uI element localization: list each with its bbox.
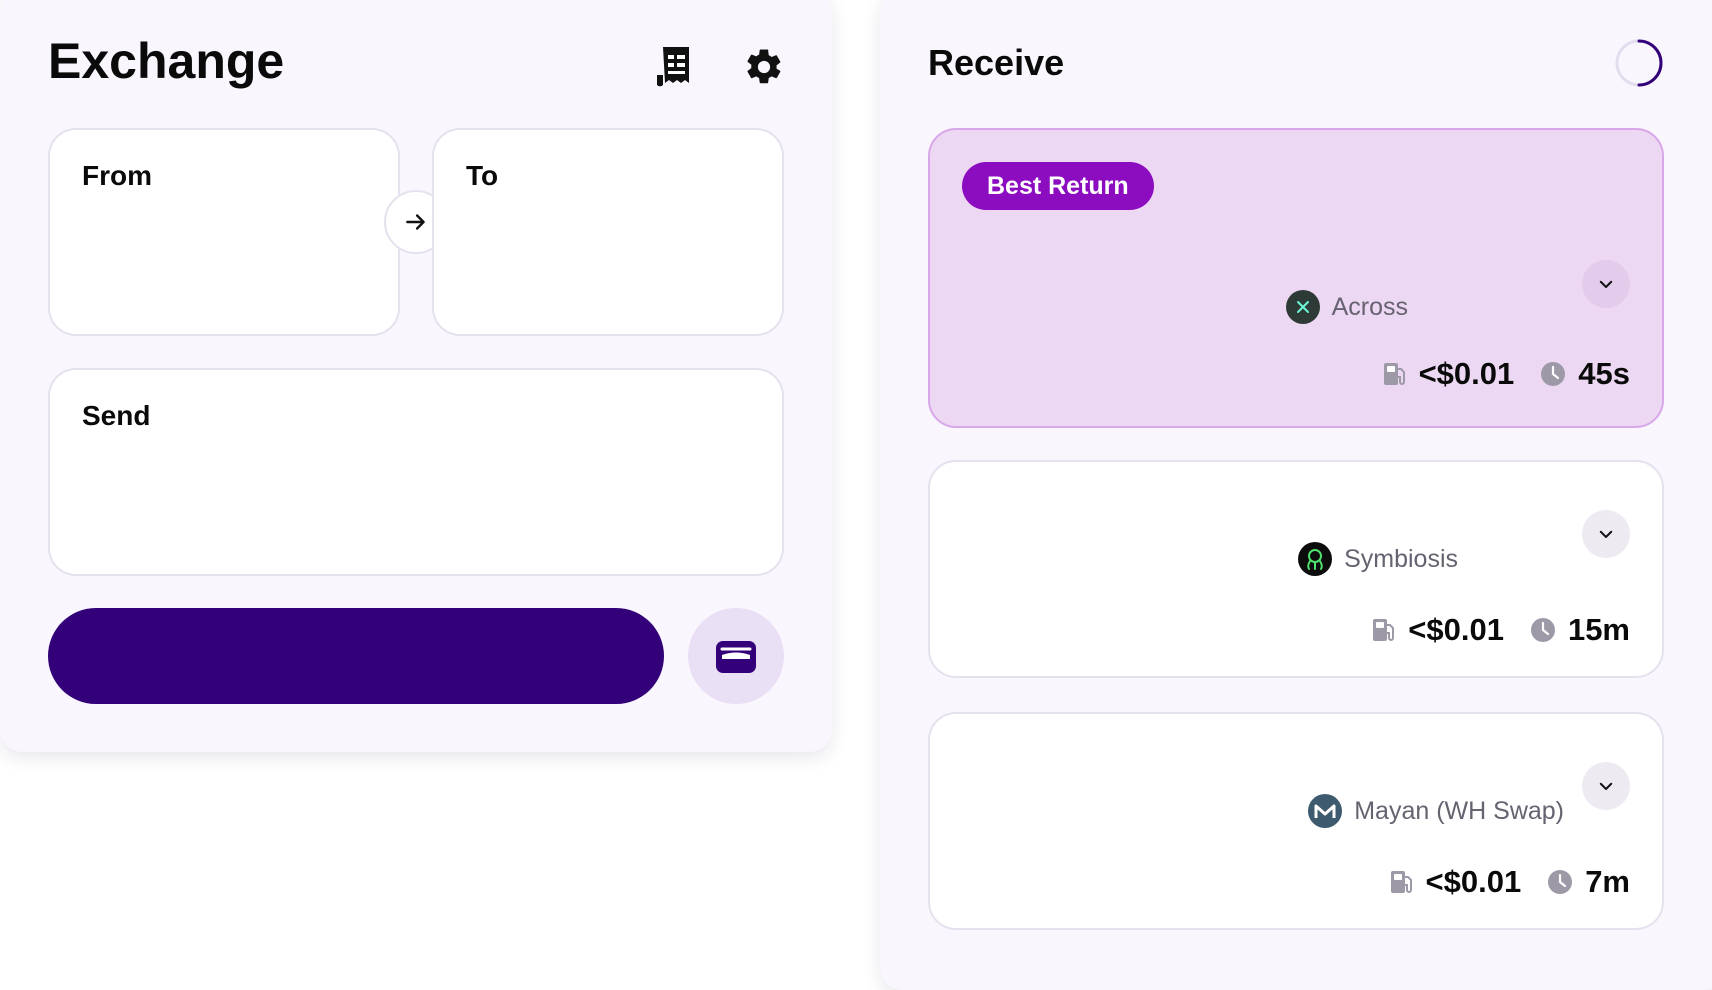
wallet-icon [716, 641, 756, 673]
expand-route-button[interactable] [1582, 510, 1630, 558]
receive-title: Receive [928, 42, 1065, 83]
from-label: From [82, 160, 152, 191]
across-logo [1285, 290, 1320, 324]
clock-icon [1547, 869, 1573, 895]
route-fee: <$0.01 [1408, 612, 1504, 647]
route-card[interactable]: Best Return Across <$0.01 45s [928, 128, 1664, 428]
gas-pump-icon [1383, 361, 1407, 387]
to-label: To [466, 160, 499, 191]
gear-icon [747, 49, 781, 84]
route-fee: <$0.01 [1425, 864, 1522, 899]
route-time: 15m [1567, 612, 1630, 647]
route-provider: Across [1285, 290, 1408, 324]
send-amount-box[interactable]: Send [48, 368, 784, 576]
provider-name: Mayan (WH Swap) [1354, 796, 1564, 825]
spinner-icon [1615, 39, 1663, 87]
receipt-icon [657, 47, 689, 87]
primary-action-button[interactable] [48, 608, 664, 704]
route-provider: Mayan (WH Swap) [1308, 794, 1564, 828]
wallet-button[interactable] [688, 608, 784, 704]
symbiosis-logo [1298, 542, 1333, 576]
clock-icon [1540, 361, 1566, 387]
from-selector[interactable]: From [48, 128, 400, 336]
chevron-down-icon [1599, 782, 1613, 790]
expand-route-button[interactable] [1582, 762, 1630, 810]
route-card[interactable]: Mayan (WH Swap) <$0.01 7m [928, 712, 1664, 930]
mayan-logo [1308, 794, 1343, 828]
route-provider: Symbiosis [1298, 542, 1458, 576]
provider-name: Across [1331, 292, 1408, 321]
route-time: 45s [1578, 356, 1630, 391]
settings-button[interactable] [740, 42, 788, 92]
gas-pump-icon [1390, 869, 1414, 895]
route-meta: <$0.01 15m [1372, 612, 1630, 648]
clock-icon [1530, 617, 1556, 643]
route-meta: <$0.01 45s [1383, 356, 1630, 392]
receive-panel: Receive Best Return Across <$0.01 45s Sy… [880, 0, 1712, 990]
gas-pump-icon [1372, 617, 1396, 643]
send-label: Send [82, 400, 151, 431]
transaction-history-button[interactable] [652, 42, 700, 92]
exchange-panel: Exchange From To Send [0, 0, 832, 752]
arrow-right-icon [406, 214, 425, 230]
route-meta: <$0.01 7m [1390, 864, 1630, 900]
route-fee: <$0.01 [1418, 356, 1515, 391]
provider-name: Symbiosis [1344, 544, 1458, 573]
chevron-down-icon [1599, 280, 1613, 288]
chevron-down-icon [1599, 530, 1613, 538]
route-card[interactable]: Symbiosis <$0.01 15m [928, 460, 1664, 678]
route-time: 7m [1585, 864, 1630, 899]
expand-route-button[interactable] [1582, 260, 1630, 308]
to-selector[interactable]: To [432, 128, 784, 336]
best-return-badge: Best Return [962, 162, 1154, 210]
page-title: Exchange [48, 33, 285, 89]
